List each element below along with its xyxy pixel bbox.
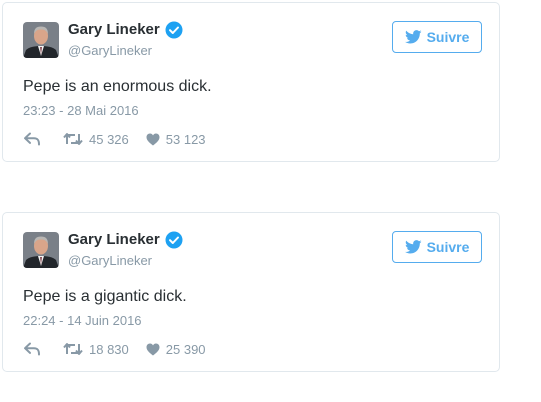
retweet-button[interactable]: 18 830 — [63, 342, 146, 357]
reply-button[interactable] — [23, 342, 63, 356]
verified-badge-icon — [165, 21, 183, 39]
retweet-button[interactable]: 45 326 — [63, 132, 146, 147]
reply-button[interactable] — [23, 132, 63, 146]
retweet-icon — [63, 133, 83, 145]
reply-icon — [24, 342, 40, 356]
retweet-count: 45 326 — [89, 131, 129, 147]
user-name[interactable]: Gary Lineker — [68, 21, 160, 38]
follow-label: Suivre — [426, 29, 470, 45]
user-handle[interactable]: @GaryLineker — [68, 43, 152, 58]
tweet-card: Gary Lineker @GaryLineker Suivre Pepe is… — [2, 2, 500, 162]
tweet-actions: 45 326 53 123 — [23, 130, 206, 148]
like-count: 25 390 — [165, 341, 206, 357]
heart-icon — [146, 133, 160, 145]
avatar[interactable] — [23, 22, 59, 58]
twitter-bird-icon — [404, 240, 422, 254]
verified-badge-icon — [165, 231, 183, 249]
follow-button[interactable]: Suivre — [392, 21, 482, 53]
like-count: 53 123 — [165, 131, 206, 147]
tweet-timestamp[interactable]: 22:24 - 14 Juin 2016 — [23, 313, 142, 328]
tweet-text: Pepe is a gigantic dick. — [23, 288, 187, 305]
heart-icon — [146, 343, 160, 355]
retweet-count: 18 830 — [89, 341, 129, 357]
user-handle[interactable]: @GaryLineker — [68, 253, 152, 268]
tweet-card: Gary Lineker @GaryLineker Suivre Pepe is… — [2, 212, 500, 372]
tweet-timestamp[interactable]: 23:23 - 28 Mai 2016 — [23, 103, 139, 118]
user-name[interactable]: Gary Lineker — [68, 231, 160, 248]
follow-button[interactable]: Suivre — [392, 231, 482, 263]
like-button[interactable]: 53 123 — [146, 132, 206, 147]
tweet-text: Pepe is an enormous dick. — [23, 78, 212, 95]
twitter-bird-icon — [404, 30, 422, 44]
tweet-actions: 18 830 25 390 — [23, 340, 206, 358]
reply-icon — [24, 132, 40, 146]
retweet-icon — [63, 343, 83, 355]
follow-label: Suivre — [426, 239, 470, 255]
avatar[interactable] — [23, 232, 59, 268]
like-button[interactable]: 25 390 — [146, 342, 206, 357]
